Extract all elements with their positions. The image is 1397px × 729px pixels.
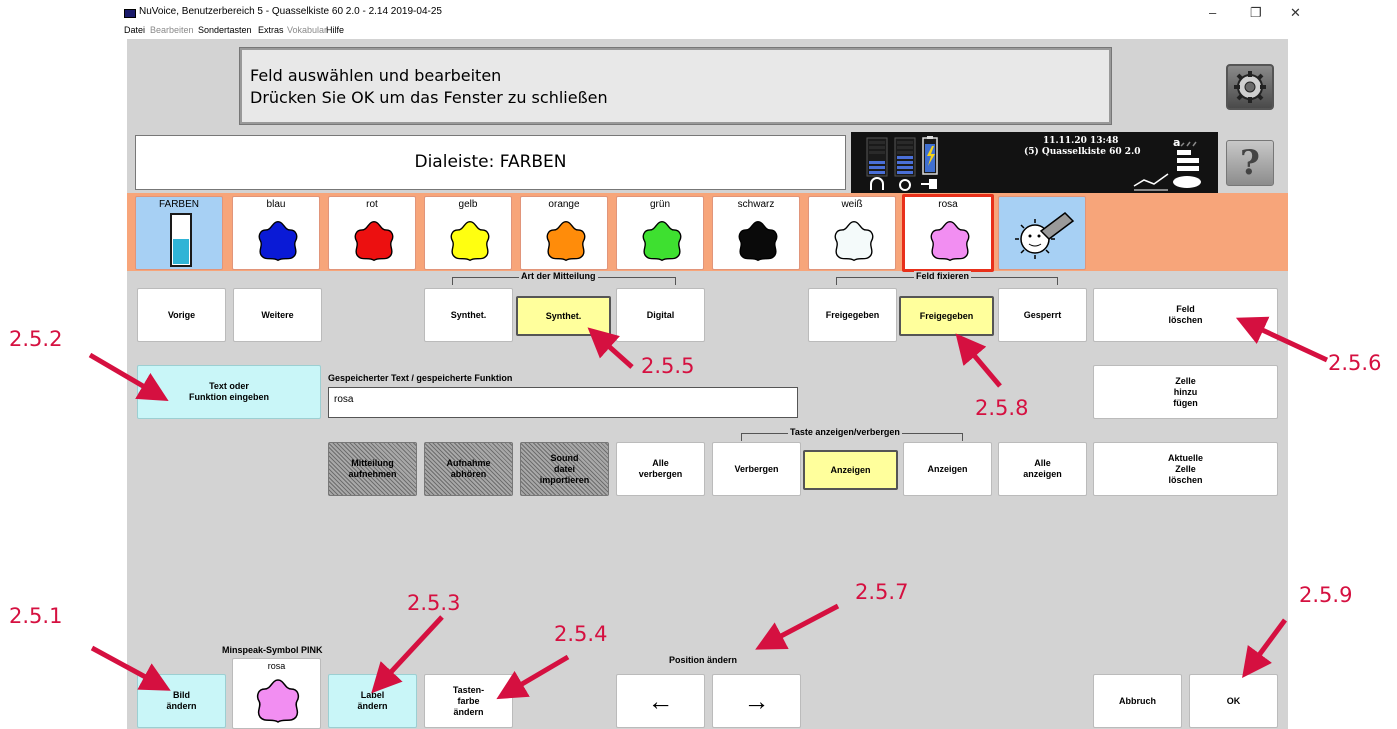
annotation-2-5-3: 2.5.3 — [407, 591, 461, 615]
annotation-2-5-8: 2.5.8 — [975, 396, 1029, 420]
annotation-2-5-6: 2.5.6 — [1328, 351, 1382, 375]
annotation-2-5-7: 2.5.7 — [855, 580, 909, 604]
annotation-2-5-9: 2.5.9 — [1299, 583, 1353, 607]
annotation-2-5-4: 2.5.4 — [554, 622, 608, 646]
app-root: NuVoice, Benutzerbereich 5 - Quasselkist… — [0, 0, 1397, 729]
annotation-arrows — [88, 316, 1329, 700]
annotation-2-5-2: 2.5.2 — [9, 327, 63, 351]
annotation-2-5-5: 2.5.5 — [641, 354, 695, 378]
annotation-2-5-1: 2.5.1 — [9, 604, 63, 628]
